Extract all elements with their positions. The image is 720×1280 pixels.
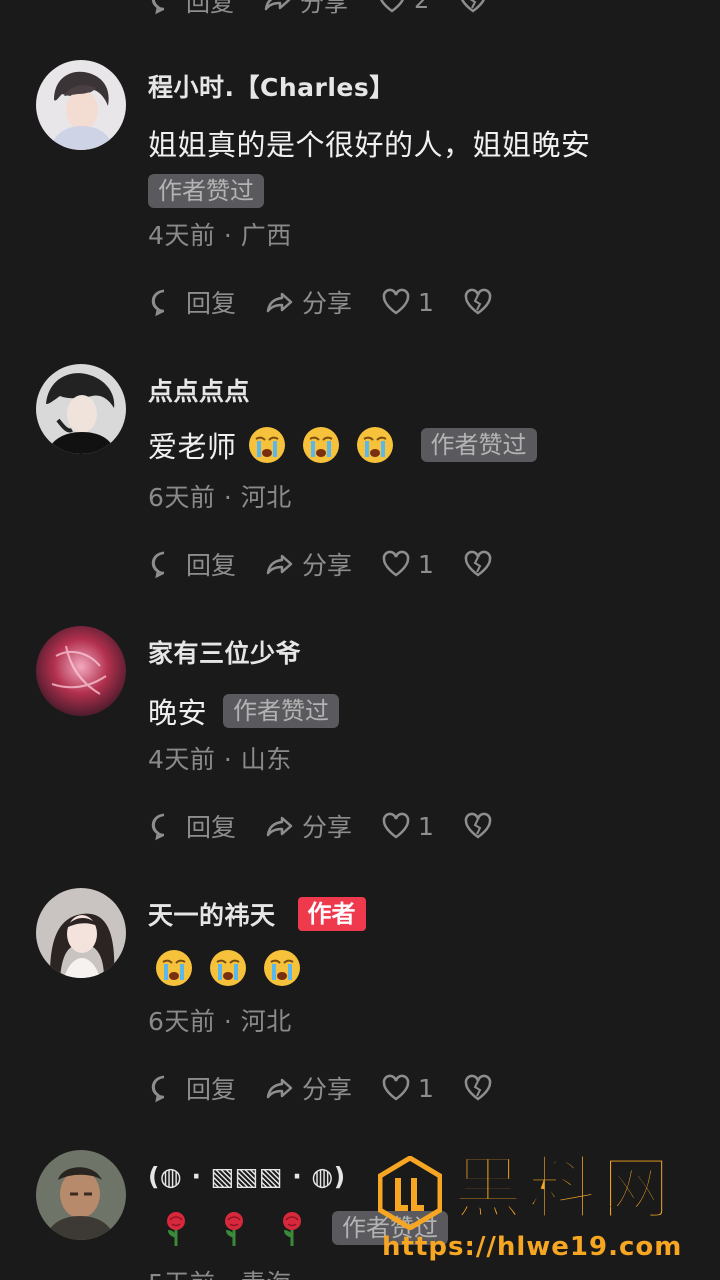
share-icon [266, 1078, 293, 1099]
reply-button[interactable]: 回复 [148, 284, 236, 320]
username[interactable]: (◍ · ▧▧▧ · ◍) [148, 1162, 346, 1191]
comment-meta: 4天前 · 山东 [148, 745, 292, 774]
username-row: 程小时.【Charles】 [148, 68, 395, 104]
emoji-row [247, 425, 395, 465]
author-liked-badge: 作者赞过 [420, 428, 537, 462]
crying-emoji-icon [156, 950, 192, 986]
like-count: 1 [418, 549, 434, 579]
comment-content-row [148, 948, 302, 988]
rose-emoji-icon [283, 1212, 301, 1246]
share-button[interactable]: 分享 [264, 546, 352, 582]
reply-button[interactable]: 回复 [148, 546, 236, 582]
like-count: 1 [418, 287, 434, 317]
dislike-button[interactable] [457, 0, 489, 16]
rose-emoji-icon [225, 1212, 243, 1246]
crying-emoji-icon [210, 950, 246, 986]
broken-heart-icon [464, 550, 492, 577]
comment-icon [151, 1075, 165, 1103]
dislike-button[interactable] [462, 286, 494, 318]
avatar[interactable] [36, 60, 126, 150]
watermark-brand: 黑料网 [453, 1149, 677, 1230]
like-count: 1 [418, 811, 434, 841]
broken-heart-icon [461, 0, 486, 13]
avatar[interactable] [36, 626, 126, 716]
comment-meta: 4天前 · 广西 [148, 221, 292, 250]
author-liked-badge: 作者赞过 [223, 694, 340, 728]
broken-heart-icon [464, 812, 492, 839]
share-button[interactable]: 分享 [264, 1070, 352, 1106]
username-row: 天一的祎天 作者 [148, 896, 366, 932]
avatar[interactable] [36, 1150, 126, 1240]
author-tag: 作者 [297, 897, 366, 931]
crying-emoji-icon [356, 427, 393, 463]
comment-icon [151, 289, 165, 317]
rose-emoji-icon [167, 1212, 185, 1246]
share-button[interactable]: 分享 [262, 0, 348, 18]
share-icon [264, 0, 291, 11]
crying-emoji-icon [264, 950, 300, 986]
reply-button[interactable]: 回复 [148, 0, 234, 18]
like-button[interactable]: 1 [380, 548, 434, 580]
comment-meta: 5天前 · 青海 [148, 1264, 292, 1280]
crying-emoji-icon [302, 427, 339, 463]
comment-meta: 6天前 · 河北 [148, 483, 292, 512]
reply-button[interactable]: 回复 [148, 1070, 236, 1106]
username[interactable]: 家有三位少爷 [148, 634, 301, 670]
share-icon [266, 554, 293, 575]
share-icon [266, 292, 293, 313]
username[interactable]: 点点点点 [148, 372, 250, 408]
comment-meta: 6天前 · 河北 [148, 1007, 292, 1036]
crying-emoji-icon [248, 427, 285, 463]
heart-icon [382, 1074, 410, 1101]
comment-icon [151, 551, 165, 579]
broken-heart-icon [464, 1074, 492, 1101]
like-count: 1 [418, 1073, 434, 1103]
share-icon [266, 816, 293, 837]
username-row: 家有三位少爷 [148, 634, 301, 670]
comment-actions: 回复 分享 1 [148, 546, 522, 582]
comment-text: 姐姐真的是个很好的人，姐姐晚安 [148, 128, 591, 162]
like-button[interactable]: 1 [380, 286, 434, 318]
comment-actions: 回复 分享 1 [148, 1070, 522, 1106]
dislike-button[interactable] [462, 1072, 494, 1104]
reply-button[interactable]: 回复 [148, 808, 236, 844]
heart-icon [382, 550, 410, 577]
comment-content-row: 晚安 作者赞过 [148, 690, 340, 732]
dislike-button[interactable] [462, 810, 494, 842]
emoji-row [154, 948, 302, 988]
emoji-row [156, 1208, 312, 1248]
watermark-url: https://hlwe19.com [382, 1232, 683, 1262]
dislike-button[interactable] [462, 548, 494, 580]
watermark: 黑料网 https://hlwe19.com [378, 1149, 708, 1270]
comment-text: 爱老师 [148, 430, 237, 464]
username[interactable]: 程小时.【Charles】 [148, 68, 395, 104]
watermark-logo-icon [378, 1156, 442, 1230]
heart-icon [380, 0, 404, 13]
badge-line: 作者赞过 [148, 174, 264, 208]
author-liked-badge: 作者赞过 [148, 174, 264, 208]
like-button[interactable]: 2 [376, 0, 429, 16]
comment-text: 晚安 [148, 696, 208, 730]
comment-icon [151, 0, 165, 15]
share-button[interactable]: 分享 [264, 808, 352, 844]
like-button[interactable]: 1 [380, 810, 434, 842]
username-row: 点点点点 [148, 372, 250, 408]
comment-actions: 回复 分享 1 [148, 808, 522, 844]
like-button[interactable]: 1 [380, 1072, 434, 1104]
avatar[interactable] [36, 888, 126, 978]
comment-content-row: 爱老师 作者赞过 [148, 424, 537, 466]
comment-content-row: 姐姐真的是个很好的人，姐姐晚安 [148, 122, 591, 164]
avatar[interactable] [36, 364, 126, 454]
username[interactable]: 天一的祎天 [148, 896, 276, 932]
comment-icon [151, 813, 165, 841]
comment-actions: 回复 分享 1 [148, 284, 522, 320]
top-partial-actions: 回复 分享 2 [148, 0, 517, 18]
heart-icon [382, 812, 410, 839]
username-row: (◍ · ▧▧▧ · ◍) [148, 1158, 346, 1194]
share-button[interactable]: 分享 [264, 284, 352, 320]
heart-icon [382, 288, 410, 315]
broken-heart-icon [464, 288, 492, 315]
